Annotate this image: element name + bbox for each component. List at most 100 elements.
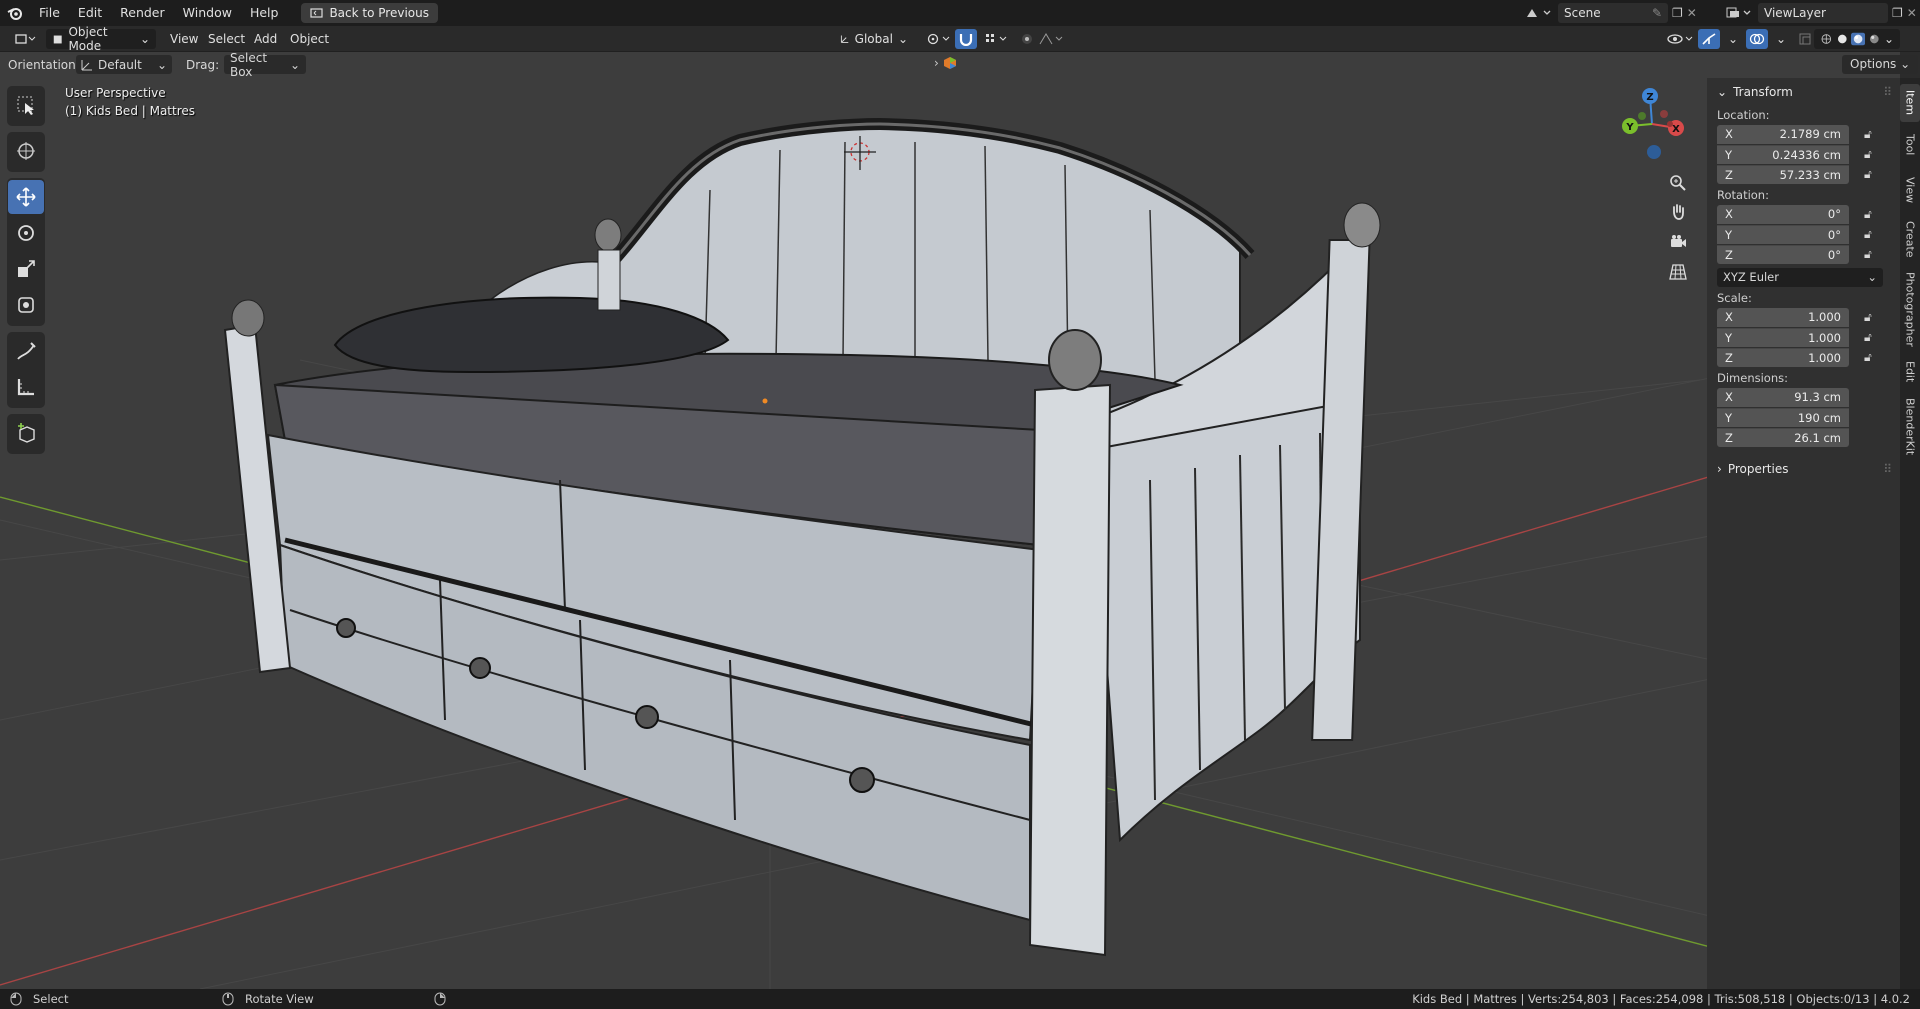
axis-label: Z xyxy=(1725,430,1733,445)
drag-handle-icon[interactable]: ⠿ xyxy=(1883,462,1892,476)
tab-blenderkit[interactable]: BlenderKit xyxy=(1900,394,1920,460)
perspective-toggle-icon[interactable] xyxy=(1663,257,1693,287)
blender-logo-icon[interactable] xyxy=(0,0,30,26)
location-x-field[interactable]: X 2.1789 cm xyxy=(1717,124,1849,144)
menu-file[interactable]: File xyxy=(30,0,69,26)
extra-header-toggle[interactable]: › xyxy=(934,56,957,70)
transform-panel-header[interactable]: ⌄ Transform ⠿ xyxy=(1707,78,1900,106)
dimensions-y-field[interactable]: Y 190 cm xyxy=(1717,407,1849,427)
tab-view[interactable]: View xyxy=(1900,170,1920,210)
menu-edit[interactable]: Edit xyxy=(69,0,111,26)
rotation-y-field[interactable]: Y 0° xyxy=(1717,224,1849,244)
rotate-tool[interactable] xyxy=(8,216,44,250)
location-y-field[interactable]: Y 0.24336 cm xyxy=(1717,144,1849,164)
view-layer-field[interactable]: ViewLayer xyxy=(1758,3,1888,23)
editor-type-button[interactable] xyxy=(8,29,44,49)
options-button[interactable]: Options ⌄ xyxy=(1842,55,1919,74)
delete-view-layer-icon[interactable]: ✕ xyxy=(1907,6,1917,20)
3d-viewport[interactable] xyxy=(0,52,1900,989)
mode-selector[interactable]: Object Mode ⌄ xyxy=(46,25,156,53)
transform-tool[interactable] xyxy=(8,288,44,322)
dimensions-z-field[interactable]: Z 26.1 cm xyxy=(1717,427,1849,447)
lock-icon[interactable]: 🔓︎ xyxy=(1864,127,1872,142)
menu-render[interactable]: Render xyxy=(111,0,174,26)
cursor-tool[interactable] xyxy=(8,134,44,168)
overlays-toggle[interactable] xyxy=(1746,29,1768,49)
value: 2.1789 cm xyxy=(1779,127,1841,141)
drag-selector[interactable]: Select Box ⌄ xyxy=(224,51,306,79)
lock-icon[interactable]: 🔓︎ xyxy=(1864,310,1872,325)
drag-handle-icon[interactable]: ⠿ xyxy=(1883,85,1892,99)
scale-y-field[interactable]: Y 1.000 xyxy=(1717,327,1849,347)
top-menu-bar: File Edit Render Window Help Back to Pre… xyxy=(0,0,1920,26)
visibility-selector[interactable] xyxy=(1660,29,1702,49)
addon-hex-icon xyxy=(943,57,956,69)
delete-scene-icon[interactable]: ✕ xyxy=(1687,6,1697,20)
overlays-icon xyxy=(1749,33,1765,45)
scale-z-field[interactable]: Z 1.000 xyxy=(1717,347,1849,367)
tab-create[interactable]: Create xyxy=(1900,214,1920,264)
view-layer-icon[interactable] xyxy=(1724,5,1754,21)
new-view-layer-icon[interactable]: ❐ xyxy=(1892,6,1903,20)
snap-target-button[interactable] xyxy=(978,29,1016,49)
axis-label: Y xyxy=(1725,330,1733,345)
scale-x-field[interactable]: X 1.000 xyxy=(1717,307,1849,327)
add-cube-tool[interactable] xyxy=(8,416,44,450)
snap-toggle[interactable] xyxy=(955,29,977,49)
transform-orientation-selector[interactable]: Global ⌄ xyxy=(834,29,914,49)
scene-name-field[interactable]: Scene ✎ xyxy=(1558,3,1668,23)
lock-icon[interactable]: 🔓︎ xyxy=(1864,147,1872,162)
rotation-z-field[interactable]: Z 0° xyxy=(1717,244,1849,264)
dimensions-x-field[interactable]: X 91.3 cm xyxy=(1717,387,1849,407)
pin-icon[interactable]: ✎ xyxy=(1652,6,1662,20)
annotate-tool[interactable] xyxy=(8,334,44,368)
tool-group-select xyxy=(7,86,45,126)
lock-icon[interactable]: 🔓︎ xyxy=(1864,350,1872,365)
lock-icon[interactable]: 🔓︎ xyxy=(1864,207,1872,222)
editor-type-icon xyxy=(15,34,36,44)
menu-help[interactable]: Help xyxy=(241,0,288,26)
lock-icon[interactable]: 🔓︎ xyxy=(1864,227,1872,242)
rotation-x-field[interactable]: X 0° xyxy=(1717,204,1849,224)
status-rotate-hint: Rotate View xyxy=(245,992,314,1006)
move-tool[interactable] xyxy=(8,180,44,214)
proportional-editing-button[interactable] xyxy=(1014,29,1070,49)
mode-label: Object Mode xyxy=(68,25,108,53)
back-to-previous-button[interactable]: Back to Previous xyxy=(301,3,438,23)
hand-pan-icon[interactable] xyxy=(1663,197,1693,227)
pivot-point-button[interactable] xyxy=(920,29,958,49)
camera-view-icon[interactable] xyxy=(1663,227,1693,257)
orientation-selector[interactable]: Default ⌄ xyxy=(76,55,172,74)
zoom-icon[interactable] xyxy=(1663,168,1693,198)
menu-window[interactable]: Window xyxy=(174,0,241,26)
measure-tool[interactable] xyxy=(8,370,44,404)
tab-tool[interactable]: Tool xyxy=(1900,126,1920,164)
location-z-field[interactable]: Z 57.233 cm xyxy=(1717,164,1849,184)
lock-icon[interactable]: 🔓︎ xyxy=(1864,247,1872,262)
lock-icon[interactable]: 🔓︎ xyxy=(1864,167,1872,182)
overlays-dropdown[interactable]: ⌄ xyxy=(1770,29,1792,49)
chevron-down-icon[interactable]: ⌄ xyxy=(1884,32,1894,46)
rendered-shading-icon[interactable] xyxy=(1868,32,1881,46)
wireframe-shading-icon[interactable] xyxy=(1820,32,1833,46)
menu-view[interactable]: View xyxy=(164,29,204,49)
scale-tool[interactable] xyxy=(8,252,44,286)
new-scene-icon[interactable]: ❐ xyxy=(1672,6,1683,20)
lock-icon[interactable]: 🔓︎ xyxy=(1864,330,1872,345)
gizmo-toggle[interactable] xyxy=(1698,29,1720,49)
menu-select[interactable]: Select xyxy=(202,29,251,49)
properties-panel-header[interactable]: › Properties ⠿ xyxy=(1707,455,1900,483)
material-shading-icon[interactable] xyxy=(1851,31,1866,47)
menu-object[interactable]: Object xyxy=(284,29,335,49)
select-box-tool[interactable] xyxy=(8,88,44,122)
menu-add[interactable]: Add xyxy=(248,29,283,49)
tab-edit[interactable]: Edit xyxy=(1900,354,1920,390)
chevron-down-icon: ⌄ xyxy=(897,32,908,46)
gizmo-dropdown[interactable]: ⌄ xyxy=(1722,29,1744,49)
tab-photographer[interactable]: Photographer xyxy=(1900,268,1920,350)
navigation-gizmo[interactable]: Z Y X xyxy=(1612,86,1692,170)
tab-item[interactable]: Item xyxy=(1900,84,1920,122)
scene-icon[interactable] xyxy=(1524,5,1554,21)
rotation-mode-select[interactable]: XYZ Euler ⌄ xyxy=(1717,267,1883,287)
solid-shading-icon[interactable] xyxy=(1836,32,1849,46)
